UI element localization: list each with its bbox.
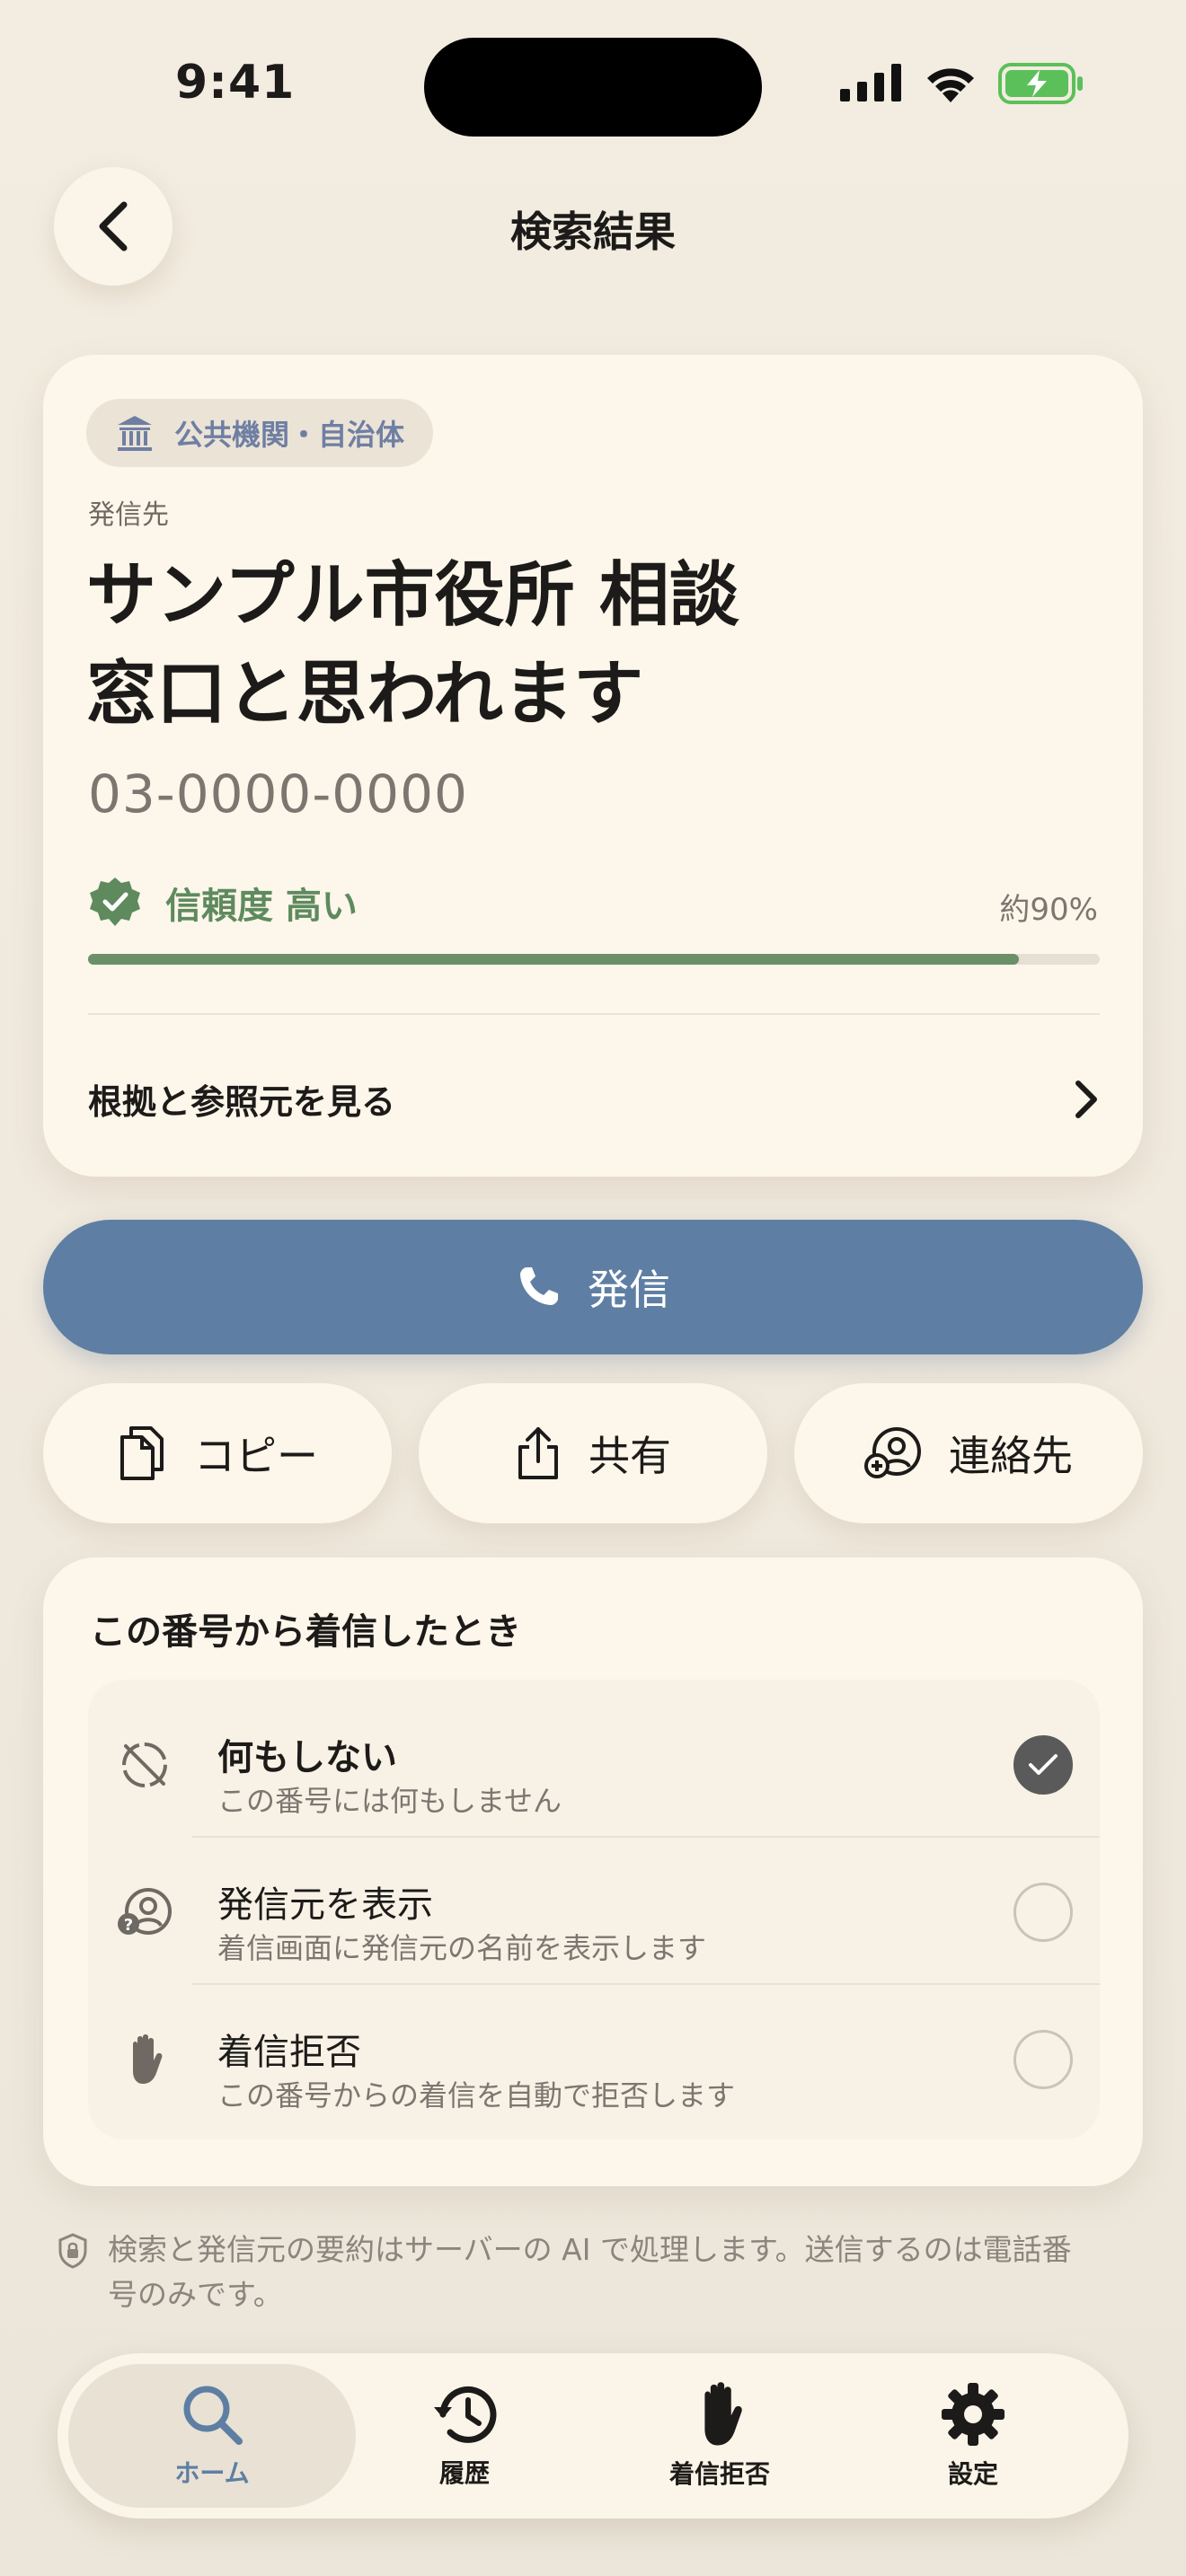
wifi-icon xyxy=(927,68,974,102)
option-title: 発信元を表示 xyxy=(217,1884,433,1926)
chevron-right-icon[interactable] xyxy=(1071,1078,1100,1121)
confidence-percent: 約90% xyxy=(999,892,1098,928)
option-title: 着信拒否 xyxy=(217,2032,361,2073)
checkmark-icon xyxy=(1029,1754,1058,1775)
option-do-nothing[interactable]: 何もしない この番号には何もしません xyxy=(88,1690,1100,1838)
call-button[interactable]: 発信 xyxy=(43,1220,1143,1354)
tab-label: 設定 xyxy=(947,2459,998,2489)
share-button[interactable]: 共有 xyxy=(419,1383,767,1523)
option-show-caller[interactable]: ? 発信元を表示 着信画面に発信元の名前を表示します xyxy=(88,1838,1100,1985)
privacy-note: 検索と発信元の要約はサーバーの AI で処理します。送信するのは電話番号のみです… xyxy=(108,2232,1072,2312)
option-subtitle: 着信画面に発信元の名前を表示します xyxy=(217,1931,707,1965)
caller-label: 発信先 xyxy=(88,499,169,531)
caller-name-line1: サンプル市役所 相談 xyxy=(86,555,739,636)
category-label: 公共機関・自治体 xyxy=(174,418,405,452)
status-time: 9:41 xyxy=(175,56,296,110)
hand-icon xyxy=(704,2382,742,2446)
copy-icon xyxy=(120,1426,164,1480)
signal-icon xyxy=(840,64,901,101)
phone-icon xyxy=(520,1267,558,1305)
phone-number: 03-0000-0000 xyxy=(88,763,468,825)
option-radio[interactable] xyxy=(1013,1883,1073,1942)
tab-label: 履歴 xyxy=(438,2458,490,2488)
contact-label: 連絡先 xyxy=(949,1432,1073,1480)
tab-home[interactable]: ホーム xyxy=(68,2364,356,2508)
verified-badge-icon xyxy=(90,878,140,926)
tab-block[interactable]: 着信拒否 xyxy=(593,2364,846,2508)
dynamic-island xyxy=(424,38,762,137)
gear-icon xyxy=(942,2383,1005,2446)
copy-label: コピー xyxy=(194,1432,318,1480)
option-radio[interactable] xyxy=(1013,2030,1073,2089)
svg-text:?: ? xyxy=(124,1916,133,1935)
add-contact-icon xyxy=(864,1427,921,1478)
confidence-row: 信頼度 高い xyxy=(88,876,358,930)
do-nothing-icon xyxy=(115,1735,174,1795)
tab-settings[interactable]: 設定 xyxy=(846,2364,1100,2508)
confidence-label: 信頼度 高い xyxy=(165,886,358,927)
add-contact-button[interactable]: 連絡先 xyxy=(794,1383,1143,1523)
call-button-label: 発信 xyxy=(588,1266,670,1314)
category-badge: 公共機関・自治体 xyxy=(86,399,434,467)
status-icons xyxy=(840,63,1084,104)
tab-label: 着信拒否 xyxy=(668,2459,770,2489)
share-icon xyxy=(518,1427,558,1479)
incoming-title: この番号から着信したとき xyxy=(90,1611,521,1653)
evidence-link[interactable]: 根拠と参照元を見る xyxy=(88,1074,395,1124)
caller-name: サンプル市役所 相談 窓口と思われます xyxy=(86,546,895,744)
tab-label: ホーム xyxy=(174,2458,250,2488)
battery-icon xyxy=(998,63,1083,104)
copy-button[interactable]: コピー xyxy=(43,1383,392,1523)
page-title: 検索結果 xyxy=(510,207,676,256)
option-subtitle: この番号には何もしません xyxy=(217,1784,562,1818)
share-label: 共有 xyxy=(589,1432,671,1480)
option-block-call[interactable]: 着信拒否 この番号からの着信を自動で拒否します xyxy=(88,1985,1100,2132)
search-icon xyxy=(183,2386,243,2445)
hand-icon xyxy=(115,2030,174,2089)
tab-history[interactable]: 履歴 xyxy=(338,2364,591,2508)
lock-shield-icon xyxy=(58,2233,87,2269)
caller-id-icon: ? xyxy=(115,1883,174,1942)
government-building-icon xyxy=(118,416,152,451)
option-radio-selected[interactable] xyxy=(1013,1735,1073,1795)
option-title: 何もしない xyxy=(217,1737,397,1778)
confidence-bar-fill xyxy=(88,954,1019,965)
caller-name-line2: 窓口と思われます xyxy=(86,654,644,735)
history-icon xyxy=(434,2386,497,2443)
card-divider xyxy=(88,1013,1100,1015)
option-subtitle: この番号からの着信を自動で拒否します xyxy=(217,2078,736,2113)
